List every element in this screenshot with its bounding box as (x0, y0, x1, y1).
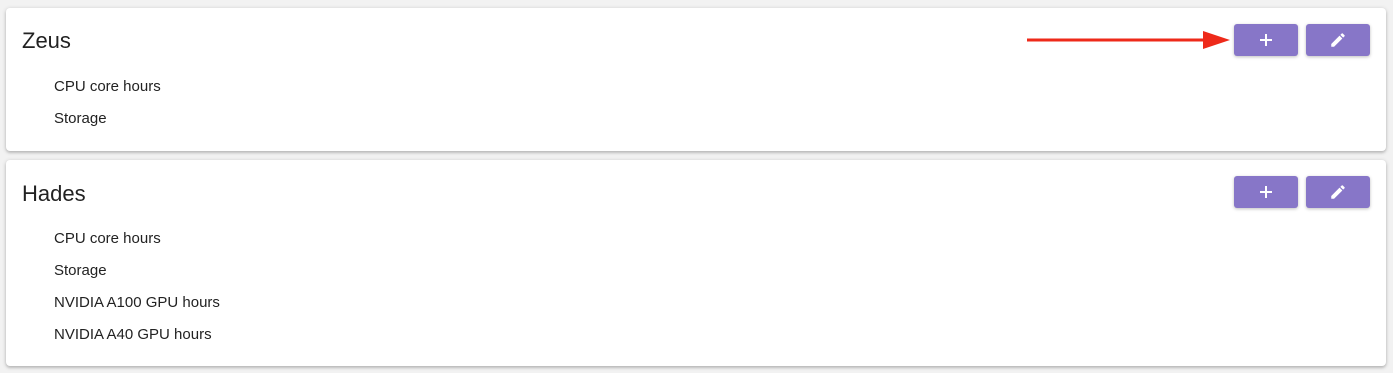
plus-icon (1260, 186, 1272, 198)
resource-list: CPU core hours Storage NVIDIA A100 GPU h… (54, 230, 220, 358)
plus-icon (1260, 34, 1272, 46)
group-title: Zeus (22, 28, 71, 53)
add-resource-button[interactable] (1234, 176, 1298, 208)
pencil-icon (1331, 33, 1345, 47)
resource-item: NVIDIA A40 GPU hours (54, 326, 212, 343)
resource-item: CPU core hours (54, 78, 161, 95)
pencil-icon (1331, 185, 1345, 199)
resource-item: Storage (54, 262, 107, 279)
resource-item: Storage (54, 110, 107, 127)
annotation-arrow (1027, 31, 1230, 49)
resource-list: CPU core hours Storage (54, 78, 161, 142)
edit-group-button[interactable] (1306, 24, 1370, 56)
resource-item: NVIDIA A100 GPU hours (54, 294, 220, 311)
resource-item: CPU core hours (54, 230, 161, 247)
group-title: Hades (22, 181, 86, 206)
add-resource-button[interactable] (1234, 24, 1298, 56)
group-card-hades: Hades CPU core hours Storage NVIDIA A100… (6, 160, 1386, 366)
edit-group-button[interactable] (1306, 176, 1370, 208)
